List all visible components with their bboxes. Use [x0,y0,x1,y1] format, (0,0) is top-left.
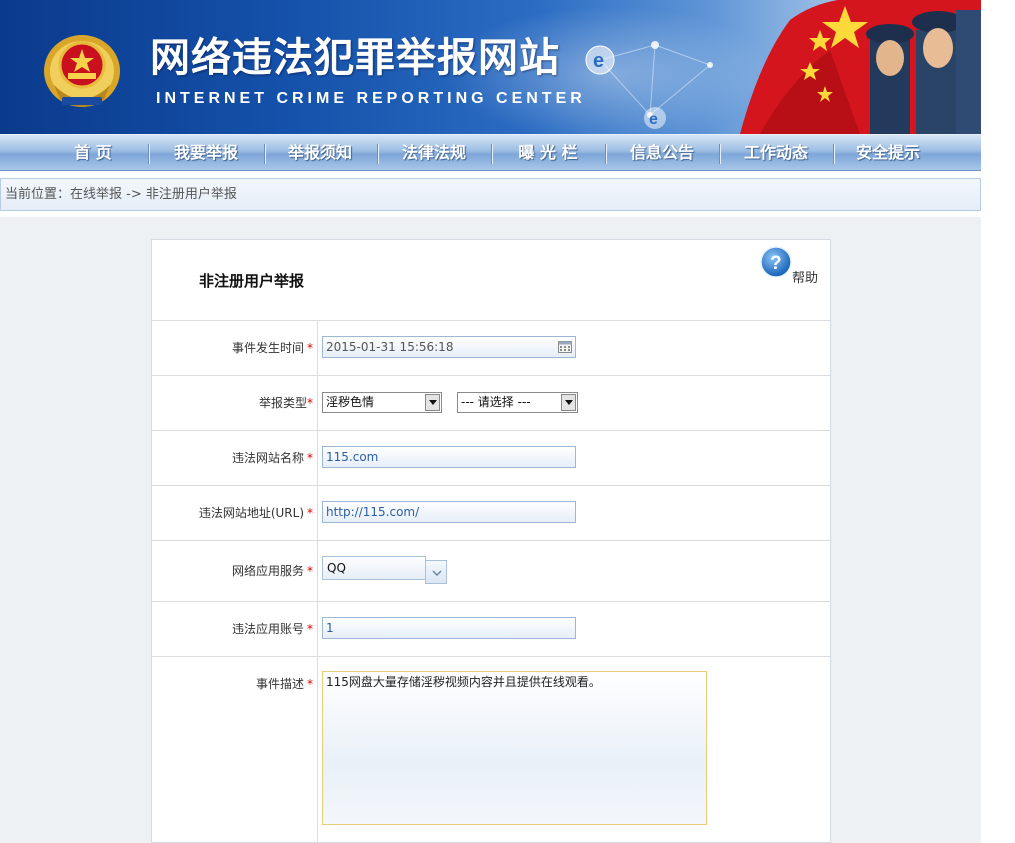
nav-report[interactable]: 我要举报 [152,135,260,171]
chevron-down-icon[interactable] [561,394,576,411]
chevron-down-icon[interactable] [425,394,440,411]
site-subtitle: INTERNET CRIME REPORTING CENTER [156,90,586,107]
question-icon[interactable]: ? [760,246,792,278]
nav-home[interactable]: 首 页 [40,135,146,171]
main-nav: 首 页 我要举报 举报须知 法律法规 曝 光 栏 信息公告 工作动态 安全提示 [0,134,981,171]
app-service-select[interactable]: QQ [322,556,426,580]
site-name-label-cell: 违法网站名称 * [152,431,318,485]
report-subtype-value: --- 请选择 --- [461,395,531,409]
breadcrumb: 当前位置：在线举报 -> 非注册用户举报 [0,178,981,211]
nav-separator [491,144,493,164]
police-emblem-icon [44,35,120,107]
site-banner: e e 网络违法犯罪举报网站 INTERNET CRIME REPORTING … [0,0,981,134]
app-service-value: QQ [327,561,346,575]
event-time-value: 2015-01-31 15:56:18 [326,340,454,354]
nav-safety-tips[interactable]: 安全提示 [836,135,940,171]
description-label: 事件描述 [255,677,304,691]
app-service-label-cell: 网络应用服务 * [152,541,318,601]
flag-and-police-graphic [740,0,981,134]
description-textarea[interactable]: 115网盘大量存储淫秽视频内容并且提供在线观看。 [322,671,707,825]
nav-separator [377,144,379,164]
report-type-value: 淫秽色情 [326,395,375,409]
app-account-input[interactable]: 1 [322,617,576,639]
description-row: 事件描述 * 115网盘大量存储淫秽视频内容并且提供在线观看。 [152,656,830,842]
nav-separator [605,144,607,164]
required-mark: * [307,341,313,355]
report-form: 非注册用户举报 ? 帮助 事件发生时间 * 2015-01-31 15:56:1… [151,239,831,843]
required-mark: * [307,677,313,691]
svg-text:e: e [593,50,604,72]
required-mark: * [307,451,313,465]
nav-separator [833,144,835,164]
nav-separator [148,144,150,164]
site-url-row: 违法网站地址(URL) * http://115.com/ [152,485,830,540]
report-type-select[interactable]: 淫秽色情 [322,392,442,413]
site-url-input[interactable]: http://115.com/ [322,501,576,523]
nav-announcements[interactable]: 信息公告 [608,135,716,171]
site-name-label: 违法网站名称 [231,451,304,465]
calendar-icon[interactable] [558,341,572,353]
app-account-row: 违法应用账号 * 1 [152,601,830,656]
description-label-cell: 事件描述 * [152,657,318,842]
app-service-dropdown-button[interactable] [425,560,447,584]
report-subtype-select[interactable]: --- 请选择 --- [457,392,578,413]
site-title: 网络违法犯罪举报网站 [150,35,560,81]
required-mark: * [307,396,313,410]
nav-separator [719,144,721,164]
required-mark: * [307,622,313,636]
site-name-input[interactable]: 115.com [322,446,576,468]
app-account-label: 违法应用账号 [231,622,304,636]
help-label[interactable]: 帮助 [792,267,818,286]
nav-exposure[interactable]: 曝 光 栏 [494,135,602,171]
event-time-label: 事件发生时间 [231,341,304,355]
app-service-label: 网络应用服务 [231,564,304,578]
form-title: 非注册用户举报 [199,272,305,290]
site-url-label-cell: 违法网站地址(URL) * [152,486,318,540]
report-type-row: 举报类型* 淫秽色情 --- 请选择 --- [152,375,830,430]
site-url-label: 违法网站地址(URL) [198,506,304,520]
svg-text:e: e [649,111,658,128]
chevron-down-icon[interactable] [432,570,442,576]
event-time-label-cell: 事件发生时间 * [152,321,318,375]
nav-work-news[interactable]: 工作动态 [722,135,830,171]
required-mark: * [307,506,313,520]
site-name-row: 违法网站名称 * 115.com [152,430,830,485]
report-type-label-cell: 举报类型* [152,376,318,430]
nav-laws[interactable]: 法律法规 [380,135,488,171]
app-account-label-cell: 违法应用账号 * [152,602,318,656]
nav-report-notice[interactable]: 举报须知 [266,135,374,171]
app-service-row: 网络应用服务 * QQ [152,540,830,601]
svg-text:?: ? [770,253,782,274]
report-type-label: 举报类型 [258,396,307,410]
required-mark: * [307,564,313,578]
event-time-input[interactable]: 2015-01-31 15:56:18 [322,336,576,358]
page: e e 网络违法犯罪举报网站 INTERNET CRIME REPORTING … [0,0,1015,843]
help-button[interactable]: ? 帮助 [760,246,824,286]
event-time-row: 事件发生时间 * 2015-01-31 15:56:18 [152,320,830,375]
